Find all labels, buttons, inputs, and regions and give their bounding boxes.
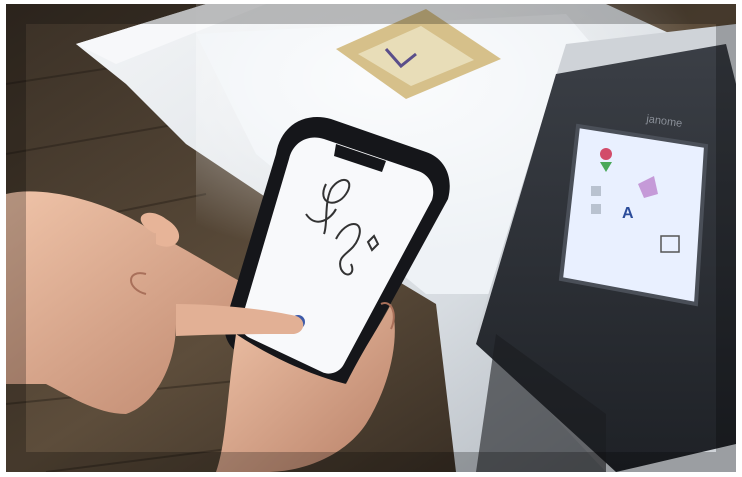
svg-text:A: A <box>622 205 634 222</box>
photo-illustration: janome A <box>6 4 736 472</box>
photo-scene: janome A <box>6 4 736 472</box>
